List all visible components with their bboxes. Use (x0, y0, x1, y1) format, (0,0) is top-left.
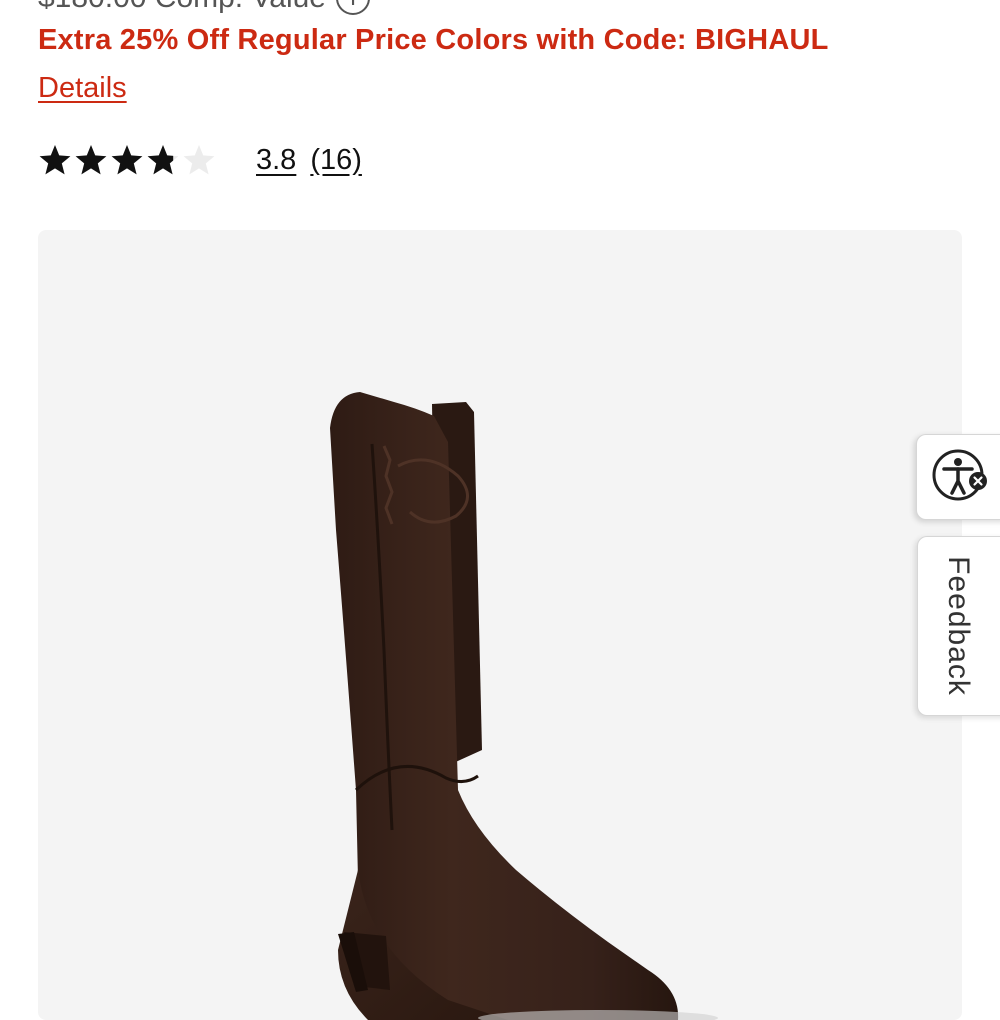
star-full-icon (111, 145, 143, 175)
rating-stars (38, 143, 216, 177)
feedback-label: Feedback (942, 556, 975, 696)
feedback-tab[interactable]: Feedback (917, 536, 1000, 716)
star-full-icon (75, 145, 107, 175)
comp-value-text: $180.00 Comp. Value (38, 0, 326, 15)
product-image-panel[interactable] (38, 230, 962, 1020)
star-empty-icon (183, 145, 215, 175)
boot-image (330, 392, 718, 1020)
accessibility-button[interactable] (916, 434, 1000, 520)
star-partial-icon (147, 145, 179, 175)
product-rating[interactable]: 3.8 (16) (38, 138, 362, 182)
star-full-icon (39, 145, 71, 175)
promo-details-link[interactable]: Details (38, 72, 127, 105)
comp-value-price: $180.00 Comp. Value i (38, 0, 370, 18)
info-icon[interactable]: i (335, 0, 370, 15)
accessibility-icon (932, 449, 987, 501)
review-count[interactable]: (16) (310, 144, 362, 177)
promo-message: Extra 25% Off Regular Price Colors with … (38, 24, 829, 56)
rating-value[interactable]: 3.8 (256, 144, 296, 177)
